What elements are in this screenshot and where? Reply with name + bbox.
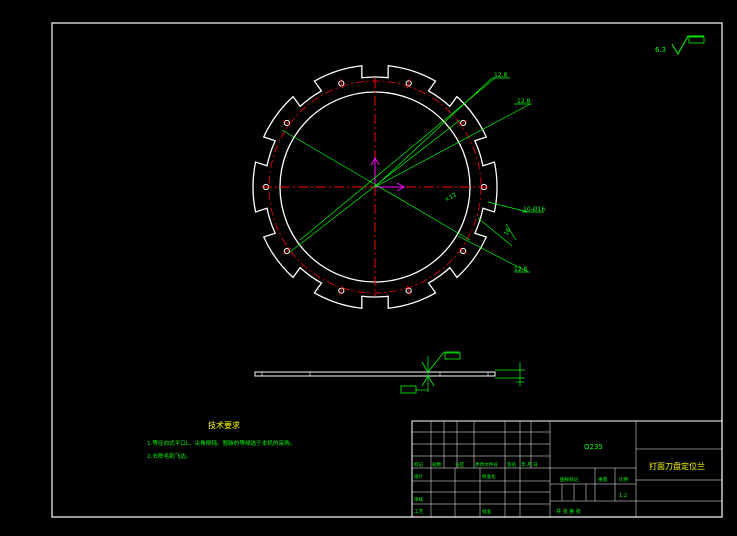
tech-req-title: 技术要求 <box>208 420 240 430</box>
scale-value: 1:2 <box>619 493 627 499</box>
rev-header-2: 分区 <box>455 461 465 468</box>
tech-req-line-1: 1.等径向式平口L、尖角倒钝。暂脉的等候选于本机的采购。 <box>147 439 295 447</box>
stage-label: 图样标记 <box>560 476 579 483</box>
flange-side-view <box>254 351 525 394</box>
dim-radius-2: 12.8 <box>517 98 531 105</box>
cad-drawing-canvas: 6.3 12.8 12.8 12.8 10-Ø16 ×12 16 技术要求 1.… <box>51 22 723 518</box>
dim-small-dia: ×12 <box>444 191 459 203</box>
reviewer-label: 审核 <box>414 496 424 503</box>
weight-label: 重量 <box>598 476 608 483</box>
rev-header-3: 更改文件号 <box>475 461 498 468</box>
process-label: 工艺 <box>414 509 424 515</box>
rev-header-5: 年.月.日 <box>521 461 538 468</box>
designer-label: 设计 <box>414 473 424 480</box>
dim-slot-width: 16 <box>503 227 513 237</box>
tech-req-line-2: 2.去除毛刺飞边。 <box>147 452 192 460</box>
rev-header-0: 标记 <box>414 461 424 468</box>
roughness-symbol: 6.3 <box>655 35 705 55</box>
revision-grid <box>412 421 551 517</box>
approve-label: 批准 <box>482 508 492 515</box>
rev-header-4: 签名 <box>507 461 516 468</box>
dim-hole-spec: 10-Ø16 <box>523 206 545 213</box>
title-block: 标记 处数 分区 更改文件号 签名 年.月.日 设计 标准化 审核 工艺 批准 … <box>411 420 723 518</box>
rev-header-1: 处数 <box>432 461 442 468</box>
scale-label: 比例 <box>619 476 629 483</box>
material-value: Q235 <box>584 443 603 451</box>
part-name: 打面刀盘定位兰 <box>649 461 705 471</box>
standard-label: 标准化 <box>482 473 496 480</box>
dim-radius-1: 12.8 <box>494 72 508 79</box>
dimension-leaders <box>281 77 544 273</box>
bolt-hole-centerline <box>339 285 344 296</box>
roughness-value: 6.3 <box>655 46 666 54</box>
sheet-info: 共 张 第 张 <box>556 508 581 515</box>
dim-radius-3: 12.8 <box>514 266 528 273</box>
tech-requirements: 技术要求 1.等径向式平口L、尖角倒钝。暂脉的等候选于本机的采购。 2.去除毛刺… <box>147 420 295 460</box>
